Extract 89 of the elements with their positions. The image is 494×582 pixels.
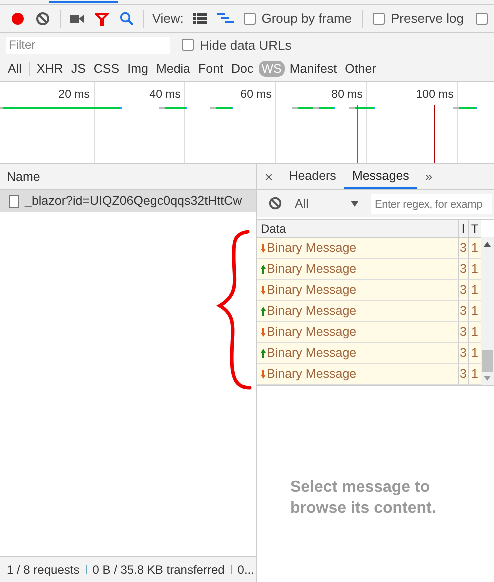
message-time: 1 [470, 282, 480, 299]
status-text: 1 / 8 requests [7, 562, 80, 576]
type-filter[interactable]: Img [124, 61, 152, 77]
view-label: View: [152, 11, 184, 26]
time-tick-label: 20 ms [58, 89, 90, 101]
scrollbar-thumb[interactable] [482, 350, 493, 372]
message-time: 1 [470, 261, 480, 278]
message-time: 1 [470, 366, 480, 383]
search-icon[interactable] [120, 12, 134, 26]
up-arrow-icon [261, 348, 266, 358]
video-camera-icon[interactable] [70, 14, 84, 24]
message-data: Binary Message [267, 241, 357, 255]
status-text: 0... [238, 562, 254, 576]
message-length: 3 [459, 259, 469, 279]
list-view-icon[interactable] [193, 13, 208, 24]
column-header: T [470, 220, 480, 237]
type-filter[interactable]: CSS [90, 61, 123, 77]
file-icon [9, 194, 19, 208]
message-row[interactable]: Binary Message 3 1 [257, 259, 481, 280]
type-filter[interactable]: JS [68, 61, 89, 77]
column-header: l [459, 220, 469, 237]
checkbox[interactable] [372, 12, 385, 24]
up-arrow-icon [261, 264, 266, 274]
scroll-down-arrow-icon[interactable] [484, 376, 491, 381]
checkbox[interactable] [476, 12, 488, 24]
message-row[interactable]: Binary Message 3 1 [257, 301, 481, 322]
message-data: Binary Message [267, 367, 357, 381]
close-button[interactable]: × [257, 168, 282, 184]
clear-icon[interactable] [36, 12, 50, 26]
scrollbar[interactable] [481, 237, 494, 385]
down-arrow-icon [261, 328, 266, 336]
option-label: Preserve log [390, 11, 464, 26]
message-data: Binary Message [267, 304, 357, 318]
option-label: Group by frame [262, 11, 352, 26]
type-filter[interactable]: Other [342, 61, 380, 77]
message-data: Binary Message [267, 325, 357, 339]
checkbox[interactable] [244, 12, 256, 24]
message-length: 3 [459, 364, 469, 384]
message-data: Binary Message [267, 262, 357, 276]
column-header: Data [257, 220, 459, 237]
type-filter[interactable]: Doc [228, 61, 257, 77]
type-filter[interactable]: XHR [34, 61, 66, 77]
message-length: 3 [459, 322, 469, 342]
type-filter[interactable]: All [5, 61, 25, 77]
type-filter[interactable]: Media [153, 61, 194, 77]
time-tick-label: 80 ms [332, 89, 363, 101]
message-row[interactable]: Binary Message 3 1 [257, 238, 481, 259]
message-time: 1 [470, 303, 480, 320]
down-arrow-icon [261, 286, 266, 294]
message-type-dropdown[interactable]: All [289, 196, 367, 210]
up-arrow-icon [261, 306, 266, 316]
empty-state-message: Select message to browse its content. [290, 478, 438, 519]
message-row[interactable]: Binary Message 3 1 [257, 322, 481, 343]
message-time: 1 [470, 240, 480, 257]
regex-filter-field[interactable]: Enter regex, for examp [371, 194, 492, 214]
load-line [434, 104, 436, 163]
clear-icon[interactable] [268, 197, 282, 210]
option-label: Hide data URLs [200, 38, 292, 52]
message-length: 3 [459, 280, 469, 300]
request-row[interactable]: _blazor?id=UIQZ06Qegc0qqs32tHttCw [0, 190, 256, 212]
message-row[interactable]: Binary Message 3 1 [257, 280, 481, 301]
type-filter[interactable]: Manifest [286, 61, 340, 77]
column-header: Name [7, 170, 40, 184]
message-data: Binary Message [267, 283, 357, 297]
message-length: 3 [459, 343, 469, 363]
status-text: 0 B / 35.8 KB transferred [92, 562, 225, 576]
down-arrow-icon [261, 370, 266, 378]
message-time: 1 [470, 324, 480, 341]
dropdown-caret-icon [351, 200, 359, 206]
more-tabs-button[interactable]: » [417, 169, 441, 184]
filter-icon[interactable] [95, 12, 110, 26]
tab-indicator [49, 1, 118, 3]
scroll-up-arrow-icon[interactable] [484, 242, 491, 247]
message-data: Binary Message [267, 346, 357, 360]
time-tick-label: 40 ms [150, 89, 181, 101]
message-row[interactable]: Binary Message 3 1 [257, 343, 481, 364]
type-filter[interactable]: Font [196, 61, 227, 77]
filter-field[interactable]: Filter [6, 36, 170, 54]
checkbox[interactable] [182, 39, 194, 51]
record-icon[interactable] [11, 12, 26, 26]
message-time: 1 [470, 345, 480, 362]
message-length: 3 [459, 238, 469, 258]
down-arrow-icon [261, 244, 266, 252]
time-tick-label: 100 ms [416, 89, 454, 101]
detail-tab[interactable]: Headers [281, 164, 344, 189]
waterfall-view-icon[interactable] [216, 13, 234, 24]
time-tick-label: 60 ms [240, 89, 272, 101]
message-row[interactable]: Binary Message 3 1 [257, 364, 481, 385]
message-length: 3 [459, 301, 469, 321]
